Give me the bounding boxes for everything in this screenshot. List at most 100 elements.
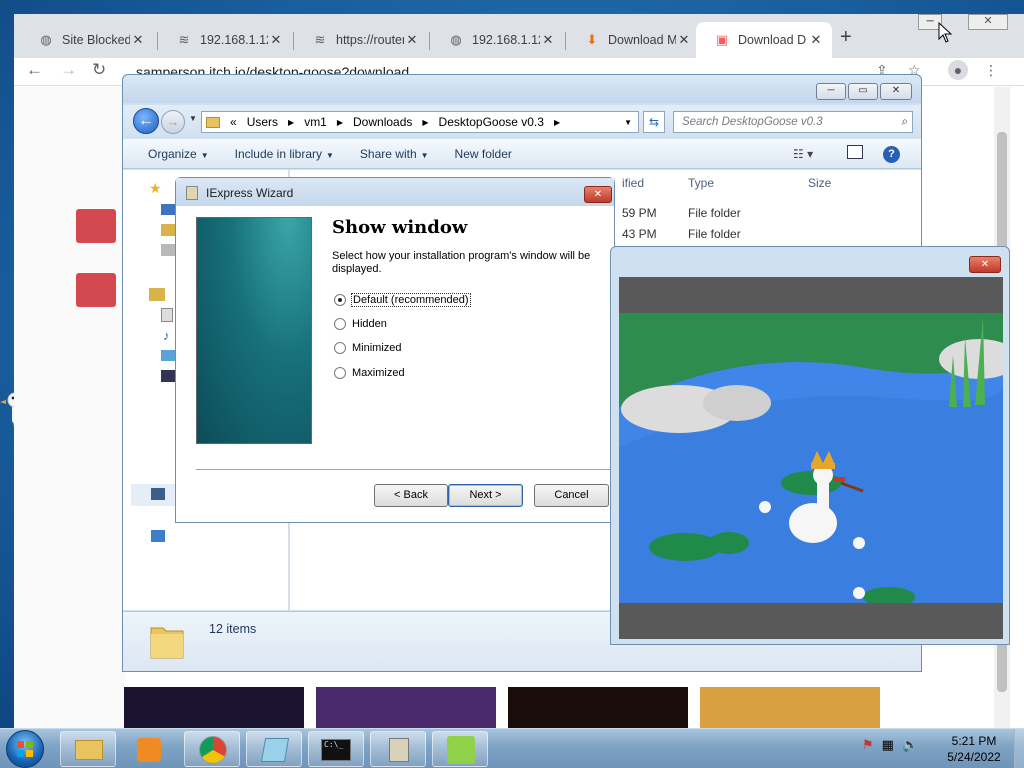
- explorer-address-row: ← → ▼ « Users ▶ vm1 ▶ Downloads ▶ Deskto…: [123, 105, 921, 137]
- computer-icon[interactable]: [151, 488, 165, 500]
- file-row-type[interactable]: File folder: [688, 227, 741, 241]
- videos-icon[interactable]: [161, 370, 175, 382]
- minimize-icon[interactable]: ─: [816, 83, 846, 100]
- chevron-down-icon[interactable]: ▼: [189, 114, 197, 123]
- recent-places-icon[interactable]: [161, 244, 175, 256]
- column-size[interactable]: Size: [808, 170, 831, 196]
- start-button[interactable]: [6, 730, 44, 768]
- game-thumbnail[interactable]: [508, 687, 688, 729]
- file-row-type[interactable]: File folder: [688, 206, 741, 220]
- file-row-modified[interactable]: 43 PM: [622, 227, 657, 241]
- preview-pane-icon[interactable]: [847, 145, 863, 159]
- star-icon[interactable]: ★: [149, 180, 162, 197]
- tab-download-d[interactable]: ▣ Download D ✕: [696, 22, 832, 58]
- download-button[interactable]: [76, 209, 116, 243]
- forward-arrow-icon[interactable]: →: [60, 60, 77, 80]
- back-arrow-icon[interactable]: ←: [26, 60, 43, 80]
- cancel-button[interactable]: Cancel: [534, 484, 609, 507]
- radio-minimized[interactable]: Minimized: [334, 342, 402, 354]
- taskbar-iexpress[interactable]: [432, 731, 488, 767]
- game-thumbnail[interactable]: [124, 687, 304, 729]
- file-row-modified[interactable]: 59 PM: [622, 206, 657, 220]
- next-button[interactable]: Next >: [448, 484, 523, 507]
- volume-icon[interactable]: 🔈: [902, 737, 918, 753]
- close-icon[interactable]: ✕: [130, 32, 146, 48]
- wizard-titlebar[interactable]: IExpress Wizard: [176, 178, 614, 206]
- tab-download-m[interactable]: ⬇ Download M ✕: [566, 22, 700, 58]
- close-icon[interactable]: ✕: [880, 83, 912, 100]
- view-options-icon[interactable]: ☷ ▾: [793, 147, 813, 161]
- reload-icon[interactable]: ↻: [92, 60, 106, 80]
- taskbar-chrome[interactable]: [184, 731, 240, 767]
- help-icon[interactable]: ?: [883, 146, 900, 163]
- new-folder-button[interactable]: New folder: [455, 147, 512, 161]
- radio-default[interactable]: Default (recommended): [334, 293, 471, 307]
- radio-button[interactable]: [334, 294, 346, 306]
- network-icon[interactable]: ▦: [882, 737, 894, 753]
- chevron-down-icon[interactable]: ▼: [624, 118, 632, 127]
- breadcrumb-vm1[interactable]: vm1: [304, 115, 327, 129]
- profile-icon[interactable]: ●: [948, 60, 968, 80]
- taskbar-archive[interactable]: [370, 731, 426, 767]
- taskbar-cmd[interactable]: C:\_: [308, 731, 364, 767]
- desktop-icon[interactable]: [161, 204, 175, 215]
- taskbar-notepad[interactable]: [246, 731, 302, 767]
- action-center-icon[interactable]: ⚑: [862, 737, 874, 753]
- tab-site-blocked[interactable]: ◍ Site Blocked ✕: [20, 22, 154, 58]
- libraries-icon[interactable]: [149, 288, 165, 301]
- tab-router-ip-2[interactable]: ◍ 192.168.1.12 ✕: [430, 22, 564, 58]
- close-icon[interactable]: ✕: [808, 32, 824, 48]
- radio-button[interactable]: [334, 318, 346, 330]
- documents-icon[interactable]: [161, 308, 173, 322]
- column-type[interactable]: Type: [688, 170, 714, 196]
- radio-maximized[interactable]: Maximized: [334, 367, 405, 379]
- chevron-right-icon[interactable]: ▶: [422, 118, 428, 127]
- radio-button[interactable]: [334, 367, 346, 379]
- new-tab-button[interactable]: +: [840, 26, 852, 49]
- breadcrumb-desktopgoose[interactable]: DesktopGoose v0.3: [439, 115, 544, 129]
- include-in-library-menu[interactable]: Include in library ▼: [235, 147, 334, 161]
- refresh-icon[interactable]: ⇆: [643, 111, 665, 133]
- folder-icon[interactable]: [161, 224, 175, 236]
- pictures-icon[interactable]: [161, 350, 175, 361]
- radio-button[interactable]: [334, 342, 346, 354]
- back-arrow-icon[interactable]: ←: [133, 108, 159, 134]
- close-icon[interactable]: ✕: [268, 32, 284, 48]
- download-button[interactable]: [76, 273, 116, 307]
- taskbar-media-player[interactable]: [122, 731, 178, 767]
- game-thumbnail[interactable]: [316, 687, 496, 729]
- maximize-icon[interactable]: ▭: [848, 83, 878, 100]
- explorer-address-bar[interactable]: « Users ▶ vm1 ▶ Downloads ▶ DesktopGoose…: [201, 111, 639, 133]
- close-icon[interactable]: ✕: [676, 32, 692, 48]
- music-icon[interactable]: ♪: [163, 328, 170, 343]
- show-desktop-button[interactable]: [1014, 729, 1024, 768]
- chevron-right-icon[interactable]: ▶: [554, 118, 560, 127]
- tab-router-ip-1[interactable]: ≋ 192.168.1.12 ✕: [158, 22, 292, 58]
- chevron-right-icon[interactable]: ▶: [288, 118, 294, 127]
- taskbar-explorer[interactable]: [60, 731, 116, 767]
- network-icon[interactable]: [151, 530, 165, 542]
- close-icon[interactable]: ✕: [540, 32, 556, 48]
- wizard-description: Select how your installation program's w…: [332, 250, 591, 275]
- breadcrumb-overflow[interactable]: «: [230, 115, 237, 129]
- goose-game-view[interactable]: [619, 277, 1003, 639]
- explorer-titlebar[interactable]: ─ ▭ ✕: [123, 75, 921, 103]
- close-icon[interactable]: ✕: [404, 32, 420, 48]
- share-with-menu[interactable]: Share with ▼: [360, 147, 429, 161]
- breadcrumb-users[interactable]: Users: [247, 115, 278, 129]
- organize-menu[interactable]: Organize ▼: [148, 147, 209, 161]
- chevron-right-icon[interactable]: ▶: [337, 118, 343, 127]
- breadcrumb-downloads[interactable]: Downloads: [353, 115, 412, 129]
- forward-arrow-icon[interactable]: →: [161, 110, 185, 134]
- explorer-search-input[interactable]: Search DesktopGoose v0.3 ⌕: [673, 111, 913, 133]
- tab-router-https[interactable]: ≋ https://router ✕: [294, 22, 428, 58]
- radio-hidden[interactable]: Hidden: [334, 318, 387, 330]
- menu-dots-icon[interactable]: ⋮: [984, 62, 998, 79]
- system-clock[interactable]: 5:21 PM 5/24/2022: [926, 733, 1022, 765]
- game-thumbnail[interactable]: [700, 687, 880, 729]
- close-icon[interactable]: ✕: [968, 14, 1008, 30]
- close-icon[interactable]: ✕: [969, 256, 1001, 273]
- column-date-modified[interactable]: ified: [622, 170, 644, 196]
- back-button[interactable]: < Back: [374, 484, 448, 507]
- close-icon[interactable]: ✕: [584, 186, 612, 203]
